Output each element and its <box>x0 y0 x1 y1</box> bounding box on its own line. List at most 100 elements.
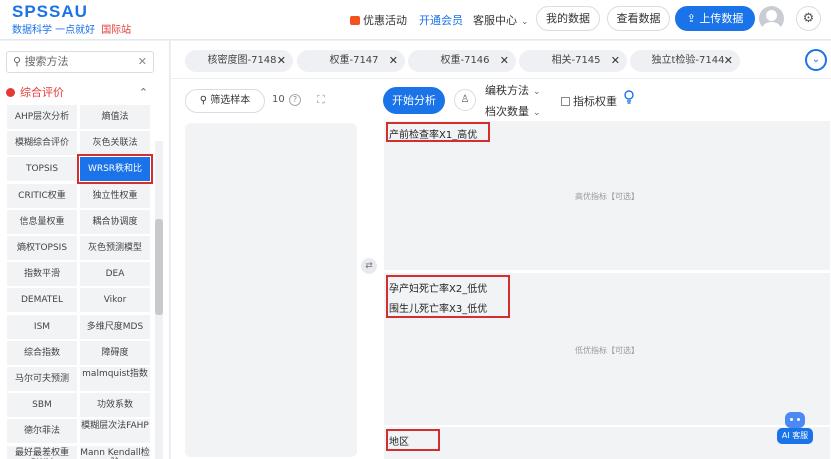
variable-count: 10 <box>272 94 285 105</box>
close-icon[interactable]: ✕ <box>724 50 733 72</box>
chevron-down-icon: ⌄ <box>521 17 529 27</box>
highlight-box <box>386 122 490 142</box>
upload-label: 上传数据 <box>699 12 744 25</box>
high-priority-zone[interactable]: 产前检查率X1_高优 高优指标【可选】 <box>384 121 830 270</box>
ranking-method-select[interactable]: 编秩方法 ⌄ <box>485 82 541 98</box>
indicator-weight-label: 指标权重 <box>573 95 617 108</box>
close-icon[interactable]: ✕ <box>389 50 398 72</box>
category-icon <box>6 88 15 97</box>
close-icon[interactable]: ✕ <box>611 50 620 72</box>
method-item[interactable]: 熵权TOPSIS <box>7 236 77 260</box>
method-item[interactable]: WRSR秩和比 <box>77 154 153 185</box>
bulb-icon[interactable] <box>623 90 635 104</box>
nav-vip[interactable]: 开通会员 <box>419 12 463 28</box>
method-item[interactable]: AHP层次分析 <box>7 105 77 129</box>
category-label: 综合评价 <box>20 86 64 99</box>
zone-hint: 高优指标【可选】 <box>575 192 639 201</box>
start-analysis-button[interactable]: 开始分析 <box>383 87 445 114</box>
method-item[interactable]: DEMATEL <box>7 288 77 313</box>
search-placeholder: 搜索方法 <box>24 55 69 68</box>
method-item[interactable]: 模糊层次法FAHP <box>80 419 150 444</box>
search-input[interactable]: ⚲ 搜索方法 ✕ <box>6 51 154 73</box>
nav-cs-label: 客服中心 <box>473 14 517 27</box>
filter-icon: ⚲ <box>199 95 211 106</box>
method-item[interactable]: 德尔菲法 <box>7 419 77 444</box>
nav-customer-service[interactable]: 客服中心 ⌄ <box>473 12 529 28</box>
method-item[interactable]: 功效系数 <box>80 393 150 418</box>
highlight-box <box>386 275 510 318</box>
checkbox-icon <box>561 97 570 106</box>
chevron-down-icon[interactable]: ⌄ <box>805 49 827 71</box>
method-item[interactable]: malmquist指数 <box>80 367 150 391</box>
zone-hint: 低优指标【可选】 <box>575 346 639 355</box>
help-icon[interactable]: ? <box>289 94 301 106</box>
levels-label: 档次数量 <box>485 105 529 118</box>
method-item[interactable]: 多维尺度MDS <box>80 314 150 339</box>
sidebar: ⚲ 搜索方法 ✕ 综合评价 ⌃ AHP层次分析 熵值法 模糊综合评价 灰色关联法 TOP… <box>0 41 170 459</box>
avatar[interactable] <box>759 6 784 31</box>
nav-promo[interactable]: 优惠活动 <box>350 12 407 28</box>
chevron-down-icon: ⌄ <box>533 87 541 97</box>
method-item[interactable]: 灰色预测模型 <box>80 236 150 260</box>
filter-samples-button[interactable]: ⚲ 筛选样本 <box>185 89 265 113</box>
logo[interactable]: SPSSAU <box>12 2 88 22</box>
view-data-button[interactable]: 查看数据 <box>607 6 670 31</box>
indicator-weight-checkbox[interactable]: 指标权重 <box>561 93 617 109</box>
close-icon[interactable]: ✕ <box>277 50 286 72</box>
tab-label: 独立t检验-7144 <box>651 55 725 66</box>
logo-slogan: 数据科学 一点就好 国际站 <box>12 21 131 36</box>
method-item[interactable]: 独立性权重 <box>80 183 150 208</box>
divider <box>171 78 831 79</box>
method-item[interactable]: 耦合协调度 <box>80 209 150 234</box>
method-item[interactable]: SBM <box>7 393 77 418</box>
scrollbar-thumb[interactable] <box>155 219 163 315</box>
robot-icon <box>785 412 805 428</box>
swap-icon[interactable]: ⇄ <box>361 258 377 274</box>
method-item[interactable]: 熵值法 <box>80 105 150 129</box>
tab-label: 权重-7147 <box>329 55 379 66</box>
method-item[interactable]: Mann Kendall检验 <box>80 445 150 459</box>
filter-label: 筛选样本 <box>210 95 251 106</box>
gear-icon[interactable]: ⚙ <box>796 6 821 31</box>
highlight-box <box>386 429 440 451</box>
method-item[interactable]: 灰色关联法 <box>80 131 150 156</box>
method-item[interactable]: 模糊综合评价 <box>7 131 77 156</box>
search-icon: ⚲ <box>13 55 25 68</box>
result-tab[interactable]: 相关-7145 ✕ <box>519 50 627 72</box>
nav-promo-label: 优惠活动 <box>363 14 407 27</box>
fullscreen-icon[interactable]: ⛶ <box>317 93 325 107</box>
main-area: 核密度图-7148 ✕ 权重-7147 ✕ 权重-7146 ✕ 相关-7145 ✕ 独立t检验-… <box>171 41 831 459</box>
method-item[interactable]: 综合指数 <box>7 340 77 365</box>
method-item[interactable]: 障碍度 <box>80 340 150 365</box>
chevron-up-icon: ⌃ <box>138 86 148 99</box>
my-data-button[interactable]: 我的数据 <box>536 6 600 31</box>
upload-icon: ⇪ <box>686 12 700 25</box>
top-bar: SPSSAU 数据科学 一点就好 国际站 优惠活动 开通会员 客服中心 ⌄ 我的数据… <box>0 0 831 40</box>
method-item[interactable]: TOPSIS <box>7 157 77 182</box>
method-item[interactable]: 指数平滑 <box>7 262 77 287</box>
method-item[interactable]: 马尔可夫预测 <box>7 367 77 391</box>
close-icon[interactable]: ✕ <box>138 52 147 72</box>
method-item[interactable]: 最好最差权重BWM <box>7 445 77 459</box>
intl-site-link[interactable]: 国际站 <box>101 25 131 36</box>
result-tab[interactable]: 独立t检验-7144 ✕ <box>630 50 740 72</box>
settings-icon[interactable]: ♙ <box>454 89 476 111</box>
result-tab[interactable]: 权重-7146 ✕ <box>408 50 516 72</box>
result-tab[interactable]: 核密度图-7148 ✕ <box>185 50 293 72</box>
tab-label: 权重-7146 <box>440 55 490 66</box>
variable-list-panel[interactable] <box>185 123 357 457</box>
ai-support-button[interactable]: AI 客服 <box>777 410 813 446</box>
levels-select[interactable]: 档次数量 ⌄ <box>485 103 541 119</box>
result-tab[interactable]: 权重-7147 ✕ <box>297 50 405 72</box>
close-icon[interactable]: ✕ <box>500 50 509 72</box>
region-zone[interactable]: 地区 <box>384 427 830 459</box>
method-item[interactable]: CRITIC权重 <box>7 183 77 208</box>
method-item[interactable]: ISM <box>7 314 77 339</box>
category-header[interactable]: 综合评价 ⌃ <box>6 83 154 103</box>
upload-data-button[interactable]: ⇪ 上传数据 <box>675 6 755 31</box>
method-item[interactable]: 信息量权重 <box>7 209 77 234</box>
ranking-method-label: 编秩方法 <box>485 84 529 97</box>
method-item[interactable]: Vikor <box>80 288 150 313</box>
low-priority-zone[interactable]: 孕产妇死亡率X2_低优 围生儿死亡率X3_低优 低优指标【可选】 <box>384 273 830 425</box>
method-item[interactable]: DEA <box>80 262 150 287</box>
